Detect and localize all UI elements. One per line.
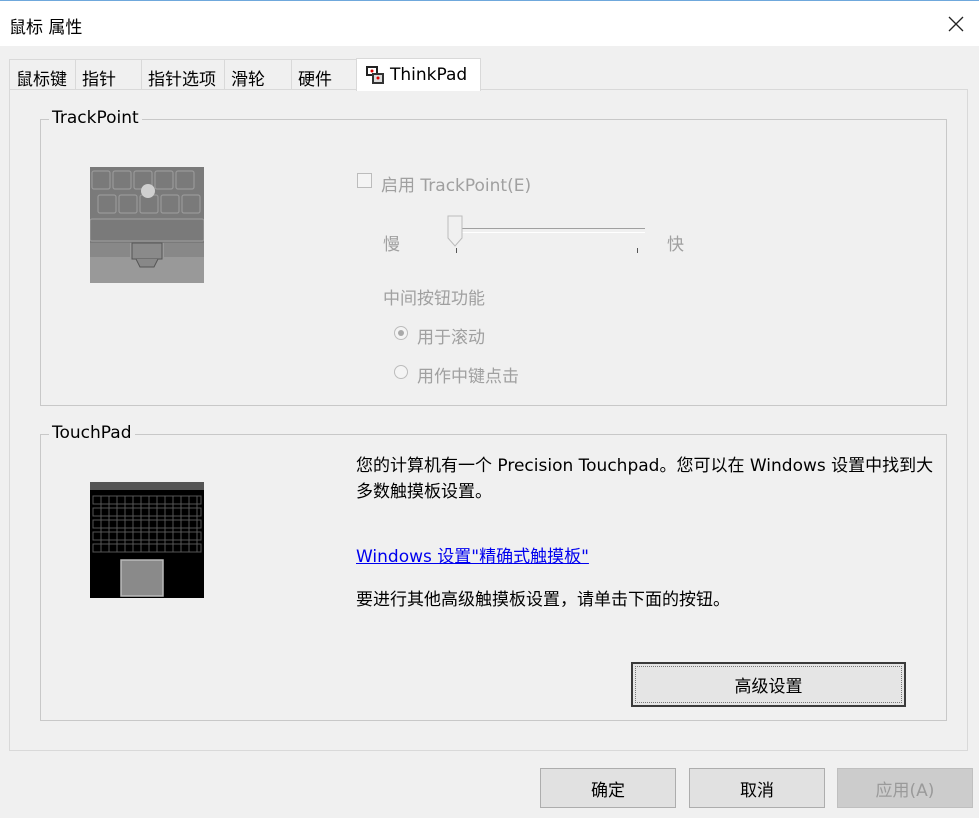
- ok-label: 确定: [591, 780, 625, 801]
- slider-slow-label: 慢: [383, 235, 400, 255]
- cancel-button[interactable]: 取消: [689, 768, 825, 808]
- apply-label: 应用(A): [875, 780, 935, 801]
- tab-hardware[interactable]: 硬件: [291, 59, 357, 90]
- enable-trackpoint-label: 启用 TrackPoint(E): [381, 176, 532, 196]
- slider-tick-left: [456, 248, 457, 253]
- close-icon: [948, 16, 964, 31]
- touchpad-legend: TouchPad: [49, 423, 135, 443]
- cancel-label: 取消: [740, 780, 774, 801]
- tab-mouse-buttons[interactable]: 鼠标键: [9, 59, 76, 90]
- enable-trackpoint-checkbox[interactable]: [357, 173, 372, 188]
- touchpad-image: [90, 482, 204, 598]
- advanced-settings-label: 高级设置: [734, 677, 803, 697]
- radio-scroll[interactable]: [394, 326, 408, 340]
- window-title: 鼠标 属性: [9, 18, 83, 38]
- slider-tick-right: [637, 248, 638, 253]
- tab-wheel[interactable]: 滑轮: [224, 59, 292, 90]
- touchpad-group: TouchPad 您的计算机有一个 Precision Touchpad。您可以…: [40, 423, 947, 721]
- trackpoint-group: TrackPoint 启用 TrackPoint(E) 慢 快 中间按钮功能 用…: [40, 108, 947, 406]
- radio-middle-click-label: 用作中键点击: [417, 367, 519, 387]
- tab-panel: TrackPoint 启用 TrackPoint(E) 慢 快 中间按钮功能 用…: [9, 89, 968, 751]
- tab-thinkpad-label: ThinkPad: [390, 65, 468, 85]
- speed-slider-track: [455, 228, 645, 233]
- trackpoint-image: [90, 167, 204, 283]
- slider-fast-label: 快: [667, 235, 684, 255]
- speed-slider-thumb[interactable]: [446, 214, 466, 250]
- radio-scroll-label: 用于滚动: [417, 328, 485, 348]
- close-button[interactable]: [933, 1, 979, 46]
- ok-button[interactable]: 确定: [540, 768, 676, 808]
- tab-thinkpad[interactable]: ThinkPad: [356, 58, 481, 91]
- thinkpad-icon: [366, 66, 384, 84]
- radio-middle-click[interactable]: [394, 365, 408, 379]
- title-bar: 鼠标 属性: [0, 0, 979, 46]
- tab-pointer-options[interactable]: 指针选项: [141, 59, 225, 90]
- apply-button[interactable]: 应用(A): [837, 768, 973, 808]
- touchpad-description: 您的计算机有一个 Precision Touchpad。您可以在 Windows…: [356, 456, 934, 502]
- tab-pointers[interactable]: 指针: [75, 59, 142, 90]
- advanced-settings-button[interactable]: 高级设置: [631, 662, 906, 707]
- middle-button-label: 中间按钮功能: [383, 289, 485, 309]
- touchpad-hint: 要进行其他高级触摸板设置，请单击下面的按钮。: [356, 590, 730, 610]
- windows-settings-link[interactable]: Windows 设置"精确式触摸板": [356, 542, 589, 567]
- trackpoint-legend: TrackPoint: [49, 108, 142, 128]
